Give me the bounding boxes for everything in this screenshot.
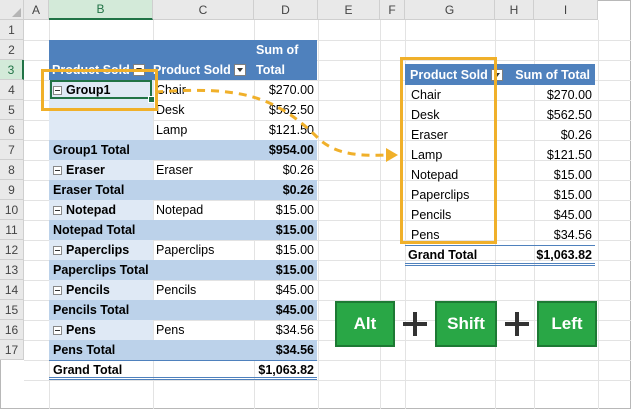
plus-icon xyxy=(403,312,427,336)
plus-icon xyxy=(505,312,529,336)
dashed-arrow-icon xyxy=(154,88,398,162)
shift-key: Shift xyxy=(435,301,497,347)
left-arrow-key: Left xyxy=(537,301,597,347)
alt-key: Alt xyxy=(335,301,395,347)
